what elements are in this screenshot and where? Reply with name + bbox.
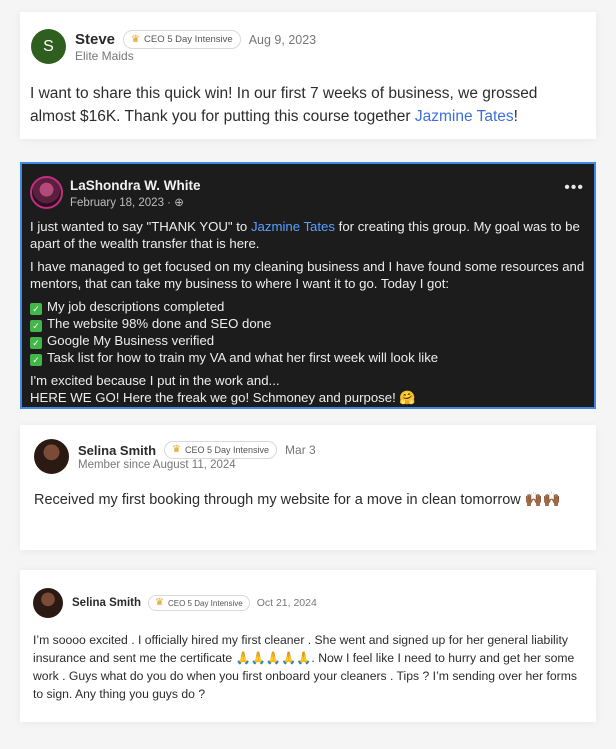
membership-badge: ♛ CEO 5 Day Intensive: [123, 30, 241, 49]
mention-link[interactable]: Jazmine Tates: [415, 108, 514, 125]
checklist: ✓ My job descriptions completed ✓ The webs…: [30, 298, 586, 366]
avatar-initial: S: [43, 37, 54, 55]
check-icon: ✓: [30, 320, 42, 332]
post-header: Steve ♛ CEO 5 Day Intensive Aug 9, 2023: [75, 30, 316, 49]
post-date[interactable]: Oct 21, 2024: [257, 597, 317, 609]
post-card: Selina Smith ♛ CEO 5 Day Intensive Oct 2…: [20, 570, 596, 722]
checklist-item: ✓ My job descriptions completed: [30, 298, 586, 315]
post-body: I just wanted to say "THANK YOU" to Jazm…: [30, 218, 586, 412]
badge-label: CEO 5 Day Intensive: [185, 445, 270, 455]
post-date[interactable]: Mar 3: [285, 443, 316, 457]
post-text: I’m soooo excited . I officially hired m…: [33, 633, 577, 701]
checklist-item: ✓ Task list for how to train my VA and wh…: [30, 349, 586, 366]
paragraph-text: I just wanted to say "THANK YOU" to: [30, 219, 251, 234]
avatar[interactable]: [34, 439, 69, 474]
checklist-item-text: Task list for how to train my VA and wha…: [47, 350, 439, 365]
paragraph: I have managed to get focused on my clea…: [30, 259, 585, 291]
checklist-item: ✓ Google My Business verified: [30, 332, 586, 349]
paragraph: I just wanted to say "THANK YOU" to Jazm…: [30, 218, 586, 252]
checklist-item-text: The website 98% done and SEO done: [47, 316, 272, 331]
author-name[interactable]: Steve: [75, 31, 115, 48]
author-name[interactable]: LaShondra W. White: [70, 178, 201, 193]
avatar[interactable]: S: [31, 29, 66, 64]
crown-icon: ♛: [172, 444, 181, 455]
post-header: Selina Smith ♛ CEO 5 Day Intensive Oct 2…: [72, 595, 317, 611]
post-header: Selina Smith ♛ CEO 5 Day Intensive Mar 3: [78, 441, 316, 459]
check-icon: ✓: [30, 303, 42, 315]
author-subtitle: Member since August 11, 2024: [78, 459, 236, 471]
crown-icon: ♛: [155, 597, 164, 608]
author-name[interactable]: Selina Smith: [78, 443, 156, 458]
post-card: Selina Smith ♛ CEO 5 Day Intensive Mar 3…: [20, 425, 596, 550]
post-text: I want to share this quick win! In our f…: [30, 82, 585, 128]
author-name[interactable]: Selina Smith: [72, 597, 141, 609]
post-text-end: !: [513, 108, 518, 125]
post-date[interactable]: February 18, 2023 · ⊕: [70, 195, 184, 209]
post-card-dark: LaShondra W. White February 18, 2023 · ⊕…: [20, 162, 596, 409]
post-date[interactable]: Aug 9, 2023: [249, 33, 316, 47]
avatar[interactable]: [33, 588, 63, 618]
crown-icon: ♛: [131, 33, 140, 45]
badge-label: CEO 5 Day Intensive: [168, 598, 243, 608]
paragraph-line: HERE WE GO! Here the freak we go! Schmon…: [30, 390, 416, 405]
more-options-icon[interactable]: •••: [564, 179, 584, 197]
checklist-item-text: My job descriptions completed: [47, 299, 225, 314]
checklist-item-text: Google My Business verified: [47, 333, 215, 348]
post-text: Received my first booking through my web…: [34, 492, 561, 508]
mention-link[interactable]: Jazmine Tates: [251, 219, 335, 234]
checklist-item: ✓ The website 98% done and SEO done: [30, 315, 586, 332]
membership-badge: ♛ CEO 5 Day Intensive: [148, 595, 250, 611]
post-card: S Steve ♛ CEO 5 Day Intensive Aug 9, 202…: [20, 12, 596, 139]
paragraph-line: I'm excited because I put in the work an…: [30, 373, 280, 388]
badge-label: CEO 5 Day Intensive: [144, 34, 233, 45]
author-subtitle: Elite Maids: [75, 49, 134, 63]
check-icon: ✓: [30, 354, 42, 366]
paragraph: I'm excited because I put in the work an…: [30, 372, 586, 406]
check-icon: ✓: [30, 337, 42, 349]
avatar[interactable]: [30, 176, 63, 209]
membership-badge: ♛ CEO 5 Day Intensive: [164, 441, 278, 459]
